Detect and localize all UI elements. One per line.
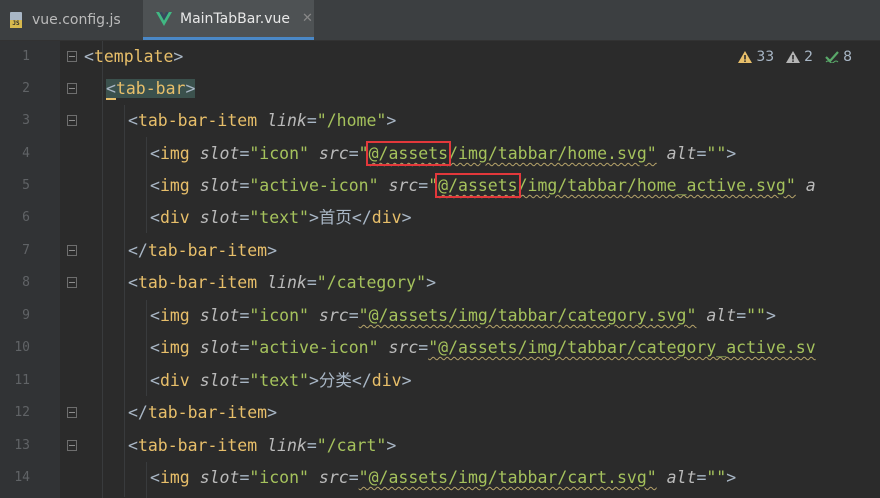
fold-icon[interactable] bbox=[67, 245, 77, 256]
code-line: 7 </tab-bar-item> bbox=[22, 241, 278, 260]
code-line: 8 <tab-bar-item link="/category"> bbox=[22, 273, 436, 292]
fold-icon[interactable] bbox=[67, 407, 77, 418]
code-line: 14 <img slot="icon" src="@/assets/img/ta… bbox=[14, 468, 737, 487]
fold-icon[interactable] bbox=[67, 115, 77, 126]
code-line: 11 <div slot="text">分类</div> bbox=[14, 371, 412, 390]
code-line: 5 <img slot="active-icon" src="@/assets/… bbox=[22, 173, 816, 198]
tab-vue-config-js[interactable]: JS vue.config.js bbox=[0, 0, 143, 40]
code-line: 9 <img slot="icon" src="@/assets/img/tab… bbox=[22, 306, 776, 325]
code-line: 3 <tab-bar-item link="/home"> bbox=[22, 111, 397, 130]
code-line: 10 <img slot="active-icon" src="@/assets… bbox=[14, 338, 816, 357]
code-line: 6 <div slot="text">首页</div> bbox=[22, 208, 412, 227]
tab-label: vue.config.js bbox=[32, 12, 121, 28]
code-line: 12 </tab-bar-item> bbox=[14, 403, 278, 422]
js-file-icon: JS bbox=[10, 12, 24, 28]
code-editor[interactable]: 1 <template> 2 <tab-bar> 3 <tab-bar-item… bbox=[0, 41, 880, 498]
fold-icon[interactable] bbox=[67, 51, 77, 62]
fold-icon[interactable] bbox=[67, 83, 77, 94]
tab-label: MainTabBar.vue bbox=[180, 10, 290, 27]
code-line: 4 <img slot="icon" src="@/assets/img/tab… bbox=[22, 141, 737, 166]
code-line: 2 <tab-bar> bbox=[22, 79, 196, 100]
highlighted-alias: @/assets bbox=[435, 173, 521, 198]
tab-maintabbar-vue[interactable]: MainTabBar.vue ✕ bbox=[143, 0, 314, 40]
vue-file-icon bbox=[156, 11, 172, 26]
highlighted-alias: @/assets bbox=[365, 141, 452, 166]
code-line: 13 <tab-bar-item link="/cart"> bbox=[14, 436, 397, 455]
fold-icon[interactable] bbox=[67, 440, 77, 451]
code-line: 1 <template> bbox=[22, 47, 184, 66]
editor-tab-bar: JS vue.config.js MainTabBar.vue ✕ bbox=[0, 0, 880, 41]
fold-icon[interactable] bbox=[67, 277, 77, 288]
close-icon[interactable]: ✕ bbox=[302, 11, 313, 26]
